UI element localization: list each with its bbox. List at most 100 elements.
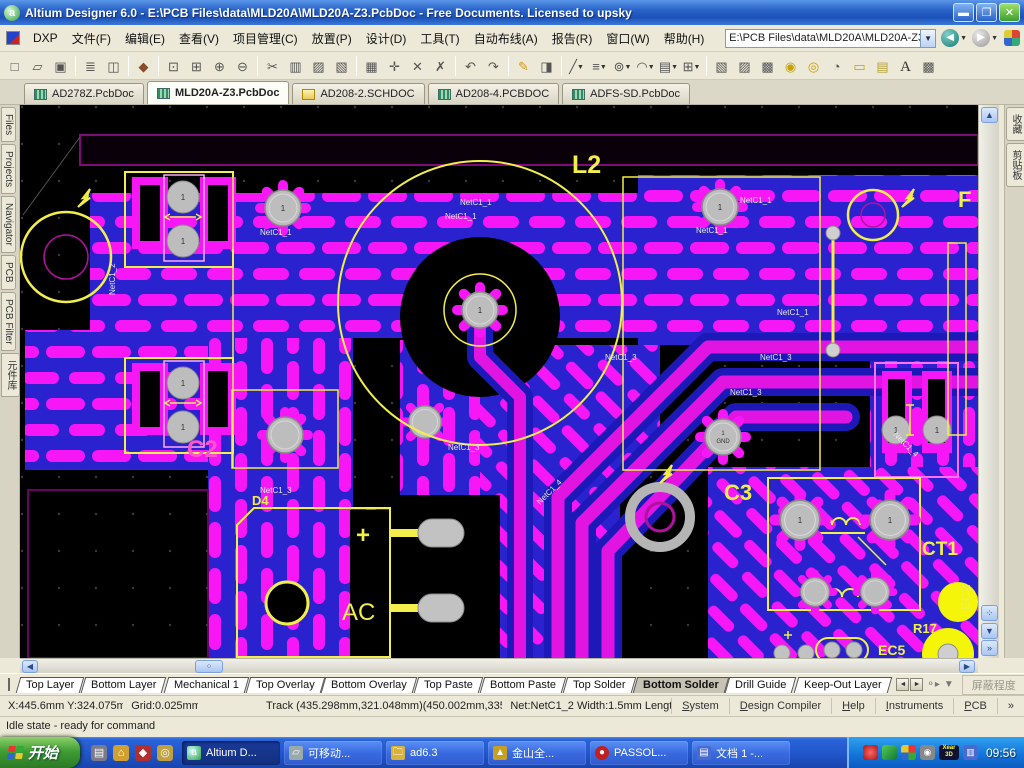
panel-tab-pcb[interactable]: PCB	[1, 255, 16, 290]
tray-shield-icon[interactable]	[882, 745, 897, 760]
fill-icon[interactable]: ▭	[848, 55, 871, 77]
design-compiler-panel-button[interactable]: Design Compiler	[729, 698, 831, 714]
minimize-button[interactable]: ▬	[953, 3, 974, 22]
scroll-dots-icon[interactable]: ⁘	[981, 605, 998, 621]
menu-place[interactable]: 放置(P)	[305, 27, 359, 50]
room-icon[interactable]: ▩	[917, 55, 940, 77]
scroll-up-icon[interactable]: ▲	[981, 107, 998, 123]
layer-tab-drill-guide[interactable]: Drill Guide	[725, 677, 797, 693]
layer-tab-bottom-paste[interactable]: Bottom Paste	[480, 677, 567, 693]
panel-tab-favorites[interactable]: 收藏	[1006, 107, 1024, 141]
menu-view[interactable]: 查看(V)	[172, 27, 226, 50]
panel-tab-navigator[interactable]: Navigator	[1, 196, 16, 253]
horizontal-scrollbar[interactable]: ◀ ⁘ ▶	[20, 658, 978, 673]
panel-tab-pcb-filter[interactable]: PCB Filter	[1, 292, 16, 352]
zoom-out-icon[interactable]: ⊖	[231, 55, 254, 77]
help-panel-button[interactable]: Help	[831, 698, 875, 714]
more-panels-button[interactable]: »	[997, 698, 1024, 714]
menu-window[interactable]: 窗口(W)	[599, 27, 656, 50]
layer-tab-top-paste[interactable]: Top Paste	[414, 677, 484, 693]
layer-tab-bottom-overlay[interactable]: Bottom Overlay	[321, 677, 417, 693]
current-layer-swatch[interactable]	[8, 678, 10, 691]
start-button[interactable]: 开始	[0, 737, 80, 768]
place-string-icon[interactable]: ≡▼	[588, 55, 611, 77]
task-button-removable[interactable]: ▱ 可移动...	[284, 741, 382, 765]
menu-dxp[interactable]: DXP	[26, 28, 65, 48]
via-icon[interactable]: ◎	[802, 55, 825, 77]
menu-project[interactable]: 项目管理(C)	[226, 27, 305, 50]
scroll-next-view-icon[interactable]: »	[981, 640, 998, 656]
place-fill-icon[interactable]: ▤▼	[657, 55, 680, 77]
array-icon[interactable]: ▤	[871, 55, 894, 77]
deselect-icon[interactable]: ✕	[406, 55, 429, 77]
rule-3-icon[interactable]: ▩	[756, 55, 779, 77]
scroll-thumb[interactable]: ⁘	[195, 660, 223, 673]
restore-button[interactable]: ❐	[976, 3, 997, 22]
menu-edit[interactable]: 编辑(E)	[118, 27, 172, 50]
mask-funnel-icon[interactable]: ▼	[944, 679, 954, 690]
title-bar[interactable]: a Altium Designer 6.0 - E:\PCB Files\dat…	[0, 0, 1024, 25]
doc-tab-adfs-sd[interactable]: ADFS-SD.PcbDoc	[562, 83, 690, 104]
open-icon[interactable]: ▱	[26, 55, 49, 77]
vertical-scrollbar[interactable]: ▲ ⁘ ▼ »	[978, 105, 999, 658]
forward-icon[interactable]: ▶	[972, 29, 990, 47]
tray-antivirus-icon[interactable]	[863, 745, 878, 760]
doc-tab-mld20a-z3[interactable]: MLD20A-Z3.PcbDoc	[147, 81, 290, 104]
layer-prev-icon[interactable]: ◄	[896, 678, 909, 691]
forward-dropdown-icon[interactable]: ▼	[991, 35, 998, 42]
paste-array-icon[interactable]: ▧	[330, 55, 353, 77]
new-icon[interactable]: □	[3, 55, 26, 77]
print-icon[interactable]: ≣	[79, 55, 102, 77]
rule-1-icon[interactable]: ▧	[710, 55, 733, 77]
undo-icon[interactable]: ↶	[459, 55, 482, 77]
copy-icon[interactable]: ▥	[284, 55, 307, 77]
task-button-passol[interactable]: ● PASSOL...	[590, 741, 688, 765]
menu-design[interactable]: 设计(D)	[359, 27, 414, 50]
quick-launch-icon[interactable]: ◎	[157, 745, 173, 761]
pcb-panel-button[interactable]: PCB	[953, 698, 997, 714]
interactive-route-icon[interactable]: ✎	[512, 55, 535, 77]
tray-messenger-icon[interactable]	[901, 745, 916, 760]
address-input[interactable]: E:\PCB Files\data\MLD20A\MLD20A-Z3	[725, 29, 921, 48]
find-icon[interactable]: ◨	[535, 55, 558, 77]
layer-tab-bottom-solder[interactable]: Bottom Solder	[632, 677, 728, 693]
filter-funnel-icon[interactable]: ⚬▸	[926, 679, 939, 690]
address-dropdown-icon[interactable]: ▼	[921, 29, 936, 48]
back-dropdown-icon[interactable]: ▼	[960, 35, 967, 42]
doc-tab-ad278z[interactable]: AD278Z.PcbDoc	[24, 83, 144, 104]
tray-xear3d-icon[interactable]: Xear 3D	[939, 745, 959, 760]
panel-tab-clipboard[interactable]: 剪贴板	[1006, 143, 1024, 187]
quick-launch-icon[interactable]: ▤	[91, 745, 107, 761]
zoom-in-icon[interactable]: ⊕	[208, 55, 231, 77]
clear-filter-icon[interactable]: ✗	[429, 55, 452, 77]
scroll-right-icon[interactable]: ▶	[959, 660, 975, 673]
layer-tab-keep-out[interactable]: Keep-Out Layer	[793, 677, 891, 693]
menu-autoroute[interactable]: 自动布线(A)	[467, 27, 545, 50]
task-button-kingsoft[interactable]: ▲ 金山全...	[488, 741, 586, 765]
grid-icon[interactable]: ⊞▼	[680, 55, 703, 77]
layer-tab-mechanical-1[interactable]: Mechanical 1	[163, 677, 248, 693]
layer-tab-bottom-layer[interactable]: Bottom Layer	[81, 677, 167, 693]
menu-reports[interactable]: 报告(R)	[545, 27, 600, 50]
task-button-ad63[interactable]: 🗀 ad6.3	[386, 741, 484, 765]
doc-tab-ad208-4[interactable]: AD208-4.PCBDOC	[428, 83, 560, 104]
layer-tab-top-overlay[interactable]: Top Overlay	[245, 677, 324, 693]
place-arc-icon[interactable]: ◠▼	[634, 55, 657, 77]
panel-tab-files[interactable]: Files	[1, 107, 16, 142]
fit-area-icon[interactable]: ⊞	[185, 55, 208, 77]
text-icon[interactable]: A	[894, 55, 917, 77]
cut-icon[interactable]: ✂	[261, 55, 284, 77]
select-area-icon[interactable]: ▦	[360, 55, 383, 77]
panel-tab-projects[interactable]: Projects	[1, 144, 16, 194]
layer-next-icon[interactable]: ►	[910, 678, 923, 691]
save-icon[interactable]: ▣	[49, 55, 72, 77]
panel-tab-library[interactable]: 元件库	[1, 353, 20, 397]
redo-icon[interactable]: ↷	[482, 55, 505, 77]
pad-icon[interactable]: ◉	[779, 55, 802, 77]
menu-file[interactable]: 文件(F)	[65, 27, 118, 50]
layer-tab-top-solder[interactable]: Top Solder	[563, 677, 636, 693]
arc-icon[interactable]: ◔	[825, 55, 848, 77]
quick-launch-icon[interactable]: ⌂	[113, 745, 129, 761]
quick-launch-icon[interactable]: ◆	[135, 745, 151, 761]
close-button[interactable]: ✕	[999, 3, 1020, 22]
